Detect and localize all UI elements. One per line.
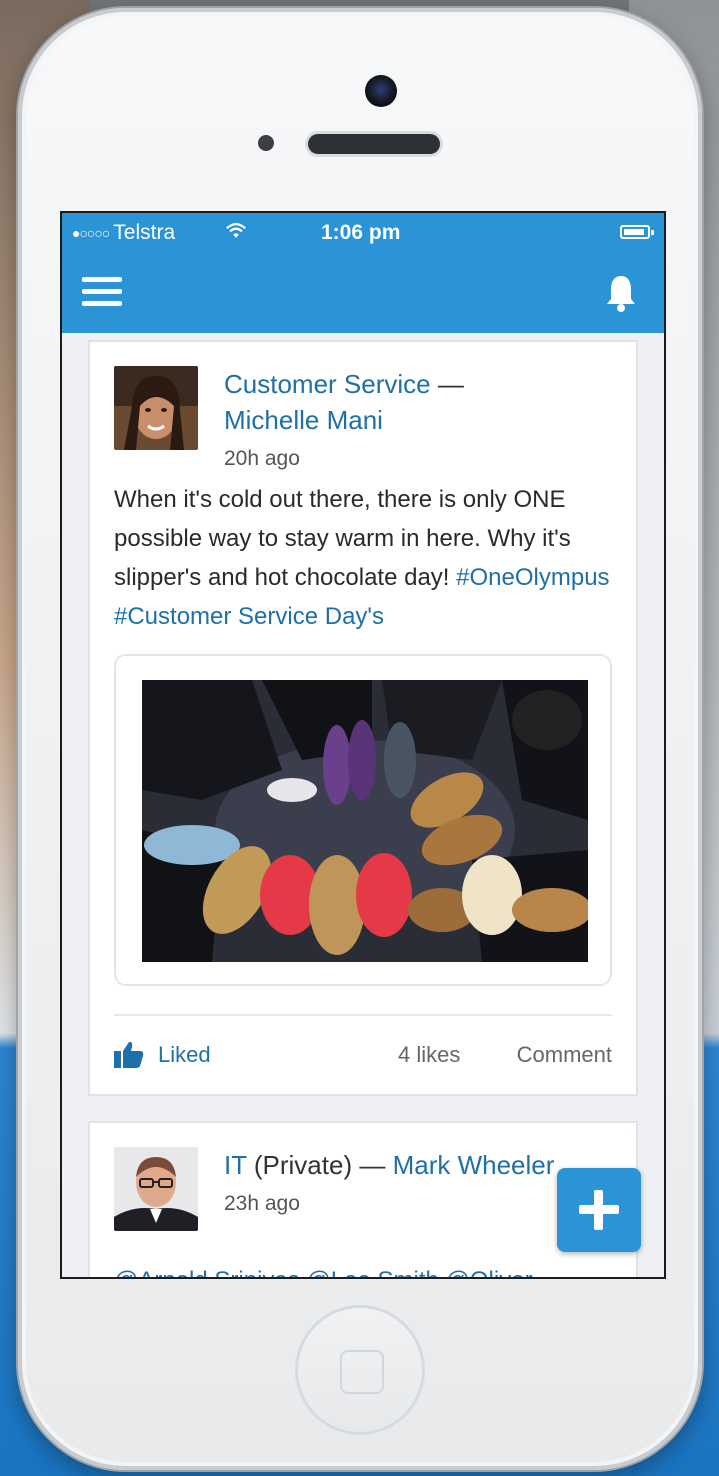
thumbs-up-icon[interactable]: [114, 1040, 144, 1068]
likes-count[interactable]: 4 likes: [398, 1042, 460, 1068]
image-attachment[interactable]: [114, 654, 612, 986]
bell-icon[interactable]: [604, 273, 638, 313]
home-button[interactable]: [295, 1305, 425, 1435]
post-body: When it's cold out there, there is only …: [114, 480, 624, 636]
separator: —: [437, 369, 464, 399]
comment-button[interactable]: Comment: [517, 1042, 612, 1068]
author-link[interactable]: Mark Wheeler: [393, 1150, 555, 1180]
liked-button[interactable]: Liked: [158, 1042, 211, 1068]
new-post-button[interactable]: [557, 1168, 641, 1252]
post-timestamp: 23h ago: [224, 1192, 300, 1215]
author-link[interactable]: Michelle Mani: [224, 405, 383, 435]
post-timestamp: 20h ago: [224, 447, 300, 470]
post-photo[interactable]: [142, 680, 588, 962]
avatar[interactable]: [114, 1147, 198, 1231]
divider: [114, 1014, 612, 1016]
app-screen: ●○○○○ Telstra 1:06 pm Customer Service —…: [60, 211, 666, 1279]
proximity-sensor: [258, 135, 274, 151]
hamburger-icon[interactable]: [82, 277, 122, 309]
group-link[interactable]: Customer Service: [224, 369, 431, 399]
clock: 1:06 pm: [321, 221, 401, 244]
carrier-name: Telstra: [113, 221, 176, 244]
group-privacy: (Private): [246, 1150, 353, 1180]
status-bar: ●○○○○ Telstra 1:06 pm: [62, 213, 664, 253]
front-camera: [365, 75, 397, 107]
feed-post[interactable]: IT (Private) — Mark Wheeler 23h ago @Arn…: [88, 1121, 638, 1277]
app-header: [62, 253, 664, 333]
group-link[interactable]: IT: [224, 1150, 247, 1180]
avatar[interactable]: [114, 366, 198, 450]
feed-post[interactable]: Customer Service — Michelle Mani 20h ago…: [88, 340, 638, 1096]
separator: —: [359, 1150, 386, 1180]
wifi-icon: [226, 223, 246, 238]
signal-strength: ●○○○○: [72, 225, 110, 241]
battery-icon: [620, 225, 654, 239]
post-header: Customer Service — Michelle Mani 20h ago: [224, 366, 624, 474]
earpiece-speaker: [308, 134, 440, 154]
post-actions: Liked 4 likes Comment: [114, 1036, 612, 1076]
mentions[interactable]: @Arnold Srinivas @Lee Smith @Oliver: [114, 1267, 533, 1277]
